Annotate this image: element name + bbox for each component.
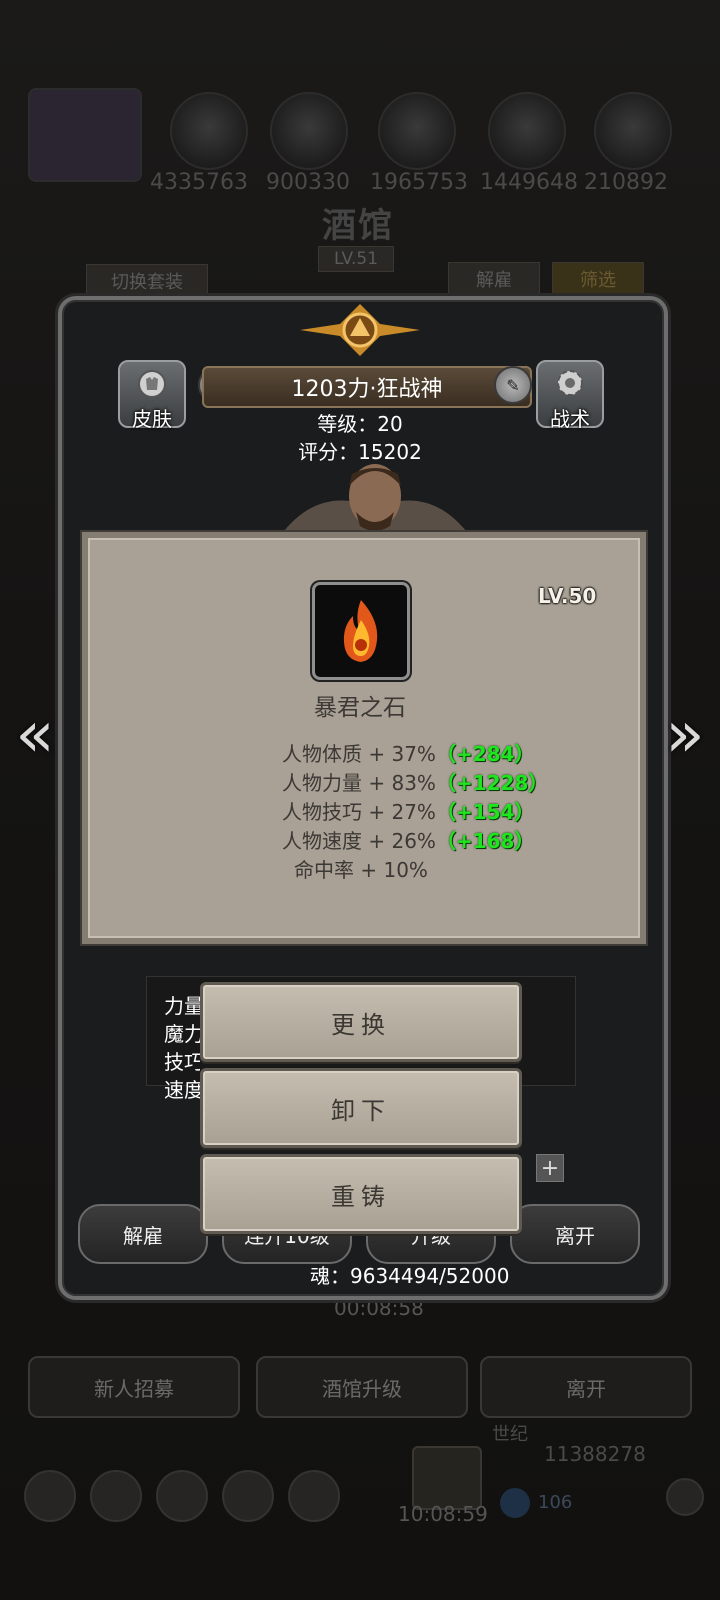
item-attr-constitution: 人物体质 + 37%（+284） <box>282 738 534 767</box>
dismiss-button[interactable]: 解雇 <box>78 1204 208 1264</box>
item-attr-hit-rate: 命中率 + 10% <box>294 854 428 883</box>
resource-bar: 4335763 900330 1965753 1449648 210892 <box>0 88 720 198</box>
soul-counter: 魂：9634494/52000 <box>310 1264 510 1288</box>
switch-outfit-button[interactable]: 切换套装 <box>86 264 208 298</box>
resource-icon-4 <box>488 92 566 170</box>
attr-bonus: （+1228） <box>435 771 549 795</box>
menu-round-5[interactable] <box>288 1470 340 1522</box>
tactics-label: 战术 <box>550 407 590 431</box>
prev-hero-arrow-icon[interactable]: « <box>10 698 60 772</box>
add-icon[interactable] <box>666 1478 704 1516</box>
hero-name: 1203力·狂战神 <box>291 377 443 402</box>
resource-icon-1 <box>170 92 248 170</box>
menu-round-4[interactable] <box>222 1470 274 1522</box>
attr-text: 人物技巧 + 27% <box>282 800 436 824</box>
gem-count: 106 <box>538 1492 573 1513</box>
skin-label: 皮肤 <box>132 407 172 431</box>
tactics-button[interactable]: 战术 <box>536 360 604 431</box>
hero-name-plate: 1203力·狂战神 <box>202 366 532 408</box>
rename-icon[interactable]: ✎ <box>494 366 532 404</box>
tavern-level-badge: LV.51 <box>318 246 394 272</box>
recruit-button[interactable]: 新人招募 <box>28 1356 240 1418</box>
hero-portrait <box>280 464 470 536</box>
leave-tavern-button[interactable]: 离开 <box>480 1356 692 1418</box>
flame-icon <box>343 600 378 662</box>
menu-round-1[interactable] <box>24 1470 76 1522</box>
gear-icon <box>557 370 583 396</box>
gold-label: 世纪 <box>492 1424 528 1445</box>
emblem-icon <box>300 304 420 356</box>
item-attr-skill: 人物技巧 + 27%（+154） <box>282 796 534 825</box>
attr-text: 人物力量 + 83% <box>282 771 436 795</box>
resource-icon-5 <box>594 92 672 170</box>
item-name: 暴君之石 <box>314 695 406 721</box>
attr-bonus: （+154） <box>435 800 535 824</box>
resource-icon-3 <box>378 92 456 170</box>
attr-text: 命中率 + 10% <box>294 858 428 882</box>
skin-button[interactable]: 皮肤 <box>118 360 186 431</box>
resource-value-5: 210892 <box>584 170 668 195</box>
dismiss-top-button[interactable]: 解雇 <box>448 262 540 296</box>
attr-text: 人物速度 + 26% <box>282 829 436 853</box>
menu-round-3[interactable] <box>156 1470 208 1522</box>
replace-button[interactable]: 更换 <box>200 982 522 1062</box>
resource-value-2: 900330 <box>266 170 350 195</box>
hero-attr-speed: 速度 <box>164 1078 200 1102</box>
shirt-icon <box>138 370 166 398</box>
attr-bonus: （+168） <box>435 829 535 853</box>
resource-icon-2 <box>270 92 348 170</box>
gold-value: 11388278 <box>544 1442 646 1466</box>
hero-level: 等级：20 <box>317 412 403 436</box>
resource-value-1: 4335763 <box>150 170 248 195</box>
item-attr-speed: 人物速度 + 26%（+168） <box>282 825 534 854</box>
resource-value-3: 1965753 <box>370 170 468 195</box>
leave-button[interactable]: 离开 <box>510 1204 640 1264</box>
hero-attr-skill: 技巧 <box>164 1050 200 1074</box>
next-hero-arrow-icon[interactable]: » <box>660 698 710 772</box>
clock-text: 10:08:59 <box>398 1502 488 1526</box>
tavern-upgrade-button[interactable]: 酒馆升级 <box>256 1356 468 1418</box>
menu-round-2[interactable] <box>90 1470 142 1522</box>
attr-text: 人物体质 + 37% <box>282 742 436 766</box>
gem-icon <box>500 1488 530 1518</box>
resource-value-4: 1449648 <box>480 170 578 195</box>
attr-bonus: （+284） <box>435 742 535 766</box>
unequip-button[interactable]: 卸下 <box>200 1068 522 1148</box>
tavern-title: 酒馆 <box>322 206 394 246</box>
item-level: LV.50 <box>538 584 597 608</box>
reforge-button[interactable]: 重铸 <box>200 1154 522 1234</box>
flame-stone-icon <box>312 582 410 680</box>
item-attr-strength: 人物力量 + 83%（+1228） <box>282 767 548 796</box>
hero-attr-strength: 力量 <box>164 994 200 1018</box>
filter-button[interactable]: 筛选 <box>552 262 644 296</box>
hero-attr-magic: 魔力 <box>164 1022 200 1046</box>
gift-icon[interactable] <box>412 1446 482 1510</box>
avatar <box>28 88 142 182</box>
plus-button[interactable]: + <box>536 1154 564 1182</box>
